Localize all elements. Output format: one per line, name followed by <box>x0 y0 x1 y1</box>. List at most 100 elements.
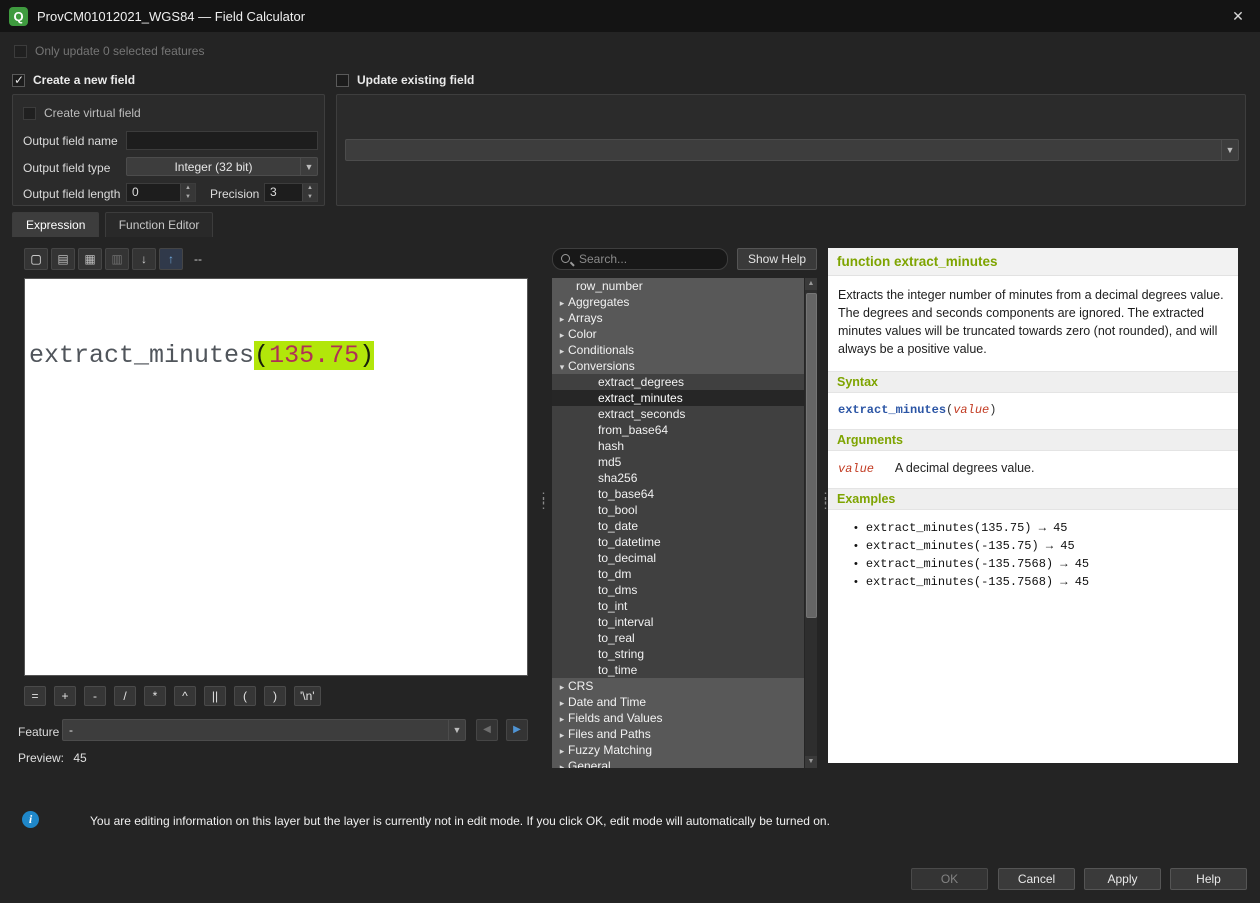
operator-button[interactable]: || <box>204 686 226 706</box>
search-icon <box>560 253 574 267</box>
update-existing-field-row[interactable]: Update existing field <box>336 73 474 87</box>
tree-item-Date and Time[interactable]: ▸Date and Time <box>552 694 804 710</box>
next-feature-button[interactable]: ▶ <box>506 719 528 741</box>
tree-item-sha256[interactable]: sha256 <box>552 470 804 486</box>
spin-down-icon[interactable]: ▼ <box>181 193 195 202</box>
expression-editor[interactable]: extract_minutes(135.75) <box>24 278 528 676</box>
tree-item-General[interactable]: ▸General <box>552 758 804 768</box>
splitter-handle[interactable]: ⋮⋮ <box>537 495 550 507</box>
chevron-down-icon[interactable]: ▼ <box>300 158 317 175</box>
create-new-field-checkbox[interactable] <box>12 74 25 87</box>
tree-item-to_bool[interactable]: to_bool <box>552 502 804 518</box>
chevron-right-icon[interactable]: ▸ <box>552 743 566 759</box>
operator-button[interactable]: ) <box>264 686 286 706</box>
tree-item-Color[interactable]: ▸Color <box>552 326 804 342</box>
tree-item-to_base64[interactable]: to_base64 <box>552 486 804 502</box>
tree-item-Conversions[interactable]: ▾Conversions <box>552 358 804 374</box>
help-button[interactable]: Help <box>1170 868 1247 890</box>
operator-button[interactable]: + <box>54 686 76 706</box>
spin-down-icon[interactable]: ▼ <box>303 193 317 202</box>
operator-button[interactable]: * <box>144 686 166 706</box>
operator-button[interactable]: ^ <box>174 686 196 706</box>
tree-item-Conditionals[interactable]: ▸Conditionals <box>552 342 804 358</box>
spin-up-icon[interactable]: ▲ <box>303 184 317 193</box>
chevron-right-icon[interactable]: ▸ <box>552 343 566 359</box>
search-input[interactable] <box>552 248 728 270</box>
only-update-checkbox-row[interactable]: Only update 0 selected features <box>14 44 204 58</box>
chevron-down-icon[interactable]: ▾ <box>552 359 566 375</box>
tree-item-hash[interactable]: hash <box>552 438 804 454</box>
edit-expression-icon[interactable]: ▦ <box>78 248 102 270</box>
chevron-right-icon[interactable]: ▸ <box>552 295 566 311</box>
remove-expression-icon[interactable]: ▥ <box>105 248 129 270</box>
precision-spinner[interactable]: 3 ▲▼ <box>264 183 318 202</box>
arguments-heading: Arguments <box>828 429 1238 451</box>
feature-combo[interactable]: - ▼ <box>62 719 466 741</box>
show-help-button[interactable]: Show Help <box>737 248 817 270</box>
tree-item-to_interval[interactable]: to_interval <box>552 614 804 630</box>
tree-item-to_dms[interactable]: to_dms <box>552 582 804 598</box>
create-new-field-row[interactable]: Create a new field <box>12 73 135 87</box>
tab-expression[interactable]: Expression <box>12 212 99 237</box>
ok-button[interactable]: OK <box>911 868 988 890</box>
output-field-type-combo[interactable]: Integer (32 bit) ▼ <box>126 157 318 176</box>
chevron-right-icon[interactable]: ▸ <box>552 679 566 695</box>
chevron-down-icon[interactable]: ▼ <box>1221 140 1238 160</box>
operator-button[interactable]: '\n' <box>294 686 321 706</box>
operator-button[interactable]: ( <box>234 686 256 706</box>
tree-item-CRS[interactable]: ▸CRS <box>552 678 804 694</box>
tree-item-Files and Paths[interactable]: ▸Files and Paths <box>552 726 804 742</box>
tree-item-md5[interactable]: md5 <box>552 454 804 470</box>
close-icon[interactable]: ✕ <box>1228 6 1248 26</box>
export-expressions-icon[interactable]: ↑ <box>159 248 183 270</box>
apply-button[interactable]: Apply <box>1084 868 1161 890</box>
update-existing-field-checkbox[interactable] <box>336 74 349 87</box>
tree-item-from_base64[interactable]: from_base64 <box>552 422 804 438</box>
tree-item-extract_seconds[interactable]: extract_seconds <box>552 406 804 422</box>
cancel-button[interactable]: Cancel <box>998 868 1075 890</box>
tree-item-extract_minutes[interactable]: extract_minutes <box>552 390 804 406</box>
spin-up-icon[interactable]: ▲ <box>181 184 195 193</box>
chevron-right-icon[interactable]: ▸ <box>552 759 566 768</box>
save-expression-icon[interactable]: ▤ <box>51 248 75 270</box>
only-update-checkbox[interactable] <box>14 45 27 58</box>
tree-scrollbar[interactable]: ▲ ▼ <box>804 278 817 768</box>
tree-item-to_real[interactable]: to_real <box>552 630 804 646</box>
scroll-up-icon[interactable]: ▲ <box>805 278 817 290</box>
tree-item-to_datetime[interactable]: to_datetime <box>552 534 804 550</box>
chevron-right-icon[interactable]: ▸ <box>552 727 566 743</box>
tree-item-row_number[interactable]: row_number <box>552 278 804 294</box>
chevron-down-icon[interactable]: ▼ <box>448 720 465 740</box>
operator-button[interactable]: = <box>24 686 46 706</box>
tree-item-to_time[interactable]: to_time <box>552 662 804 678</box>
tree-item-to_decimal[interactable]: to_decimal <box>552 550 804 566</box>
tree-item-Arrays[interactable]: ▸Arrays <box>552 310 804 326</box>
tab-function-editor[interactable]: Function Editor <box>105 212 214 237</box>
tree-item-to_date[interactable]: to_date <box>552 518 804 534</box>
tree-item-Fields and Values[interactable]: ▸Fields and Values <box>552 710 804 726</box>
tree-item-label: Fuzzy Matching <box>566 743 652 757</box>
output-field-length-spinner[interactable]: 0 ▲▼ <box>126 183 196 202</box>
operator-button[interactable]: - <box>84 686 106 706</box>
output-field-name-input[interactable] <box>126 131 318 150</box>
new-expression-icon[interactable]: ▢ <box>24 248 48 270</box>
syntax-heading: Syntax <box>828 371 1238 393</box>
chevron-right-icon[interactable]: ▸ <box>552 711 566 727</box>
import-expressions-icon[interactable]: ↓ <box>132 248 156 270</box>
tree-item-Fuzzy Matching[interactable]: ▸Fuzzy Matching <box>552 742 804 758</box>
chevron-right-icon[interactable]: ▸ <box>552 311 566 327</box>
chevron-right-icon[interactable]: ▸ <box>552 327 566 343</box>
tree-item-extract_degrees[interactable]: extract_degrees <box>552 374 804 390</box>
scroll-down-icon[interactable]: ▼ <box>805 756 817 768</box>
previous-feature-button[interactable]: ◀ <box>476 719 498 741</box>
tree-item-to_int[interactable]: to_int <box>552 598 804 614</box>
tree-item-Aggregates[interactable]: ▸Aggregates <box>552 294 804 310</box>
operator-button[interactable]: / <box>114 686 136 706</box>
chevron-right-icon[interactable]: ▸ <box>552 695 566 711</box>
existing-field-combo[interactable]: ▼ <box>345 139 1239 161</box>
create-virtual-field-checkbox[interactable] <box>23 107 36 120</box>
create-virtual-field-row[interactable]: Create virtual field <box>23 106 141 120</box>
tree-item-to_string[interactable]: to_string <box>552 646 804 662</box>
scrollbar-thumb[interactable] <box>806 293 817 618</box>
tree-item-to_dm[interactable]: to_dm <box>552 566 804 582</box>
